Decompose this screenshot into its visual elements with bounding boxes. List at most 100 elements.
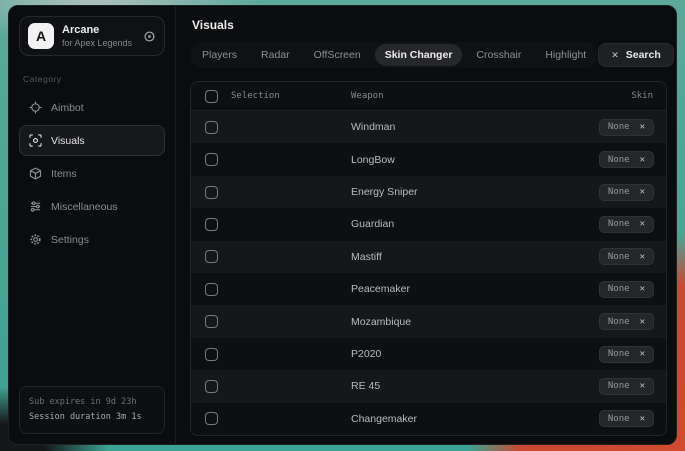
tab-players[interactable]: Players [192,44,247,66]
row-checkbox[interactable] [205,412,218,425]
skin-select-badge[interactable]: None ✕ [599,378,654,395]
sidebar-item-label: Items [51,168,77,180]
clear-skin-icon[interactable]: ✕ [640,349,645,359]
select-all-checkbox[interactable] [205,90,218,103]
skin-value: None [608,187,630,197]
tab-label: Skin Changer [385,49,453,61]
game-backdrop: A Arcane for Apex Legends Category Aimbo… [0,0,685,451]
weapon-name: Peacemaker [351,283,546,295]
brand-logo: A [28,23,54,49]
skin-value: None [608,414,630,424]
eye-scan-icon [29,134,42,147]
category-label: Category [23,74,161,84]
weapon-name: RE 45 [351,380,546,392]
sidebar-item-miscellaneous[interactable]: Miscellaneous [19,191,165,222]
sidebar-item-visuals[interactable]: Visuals [19,125,165,156]
tab-offscreen[interactable]: OffScreen [304,44,371,66]
tab-row: Players Radar OffScreen Skin Changer Cro… [190,42,667,68]
clear-skin-icon[interactable]: ✕ [640,284,645,294]
weapon-table-row: Energy Sniper None ✕ [191,176,666,208]
main-header: Visuals [190,6,667,42]
row-checkbox[interactable] [205,121,218,134]
search-button[interactable]: ✕ Search [598,43,674,67]
row-checkbox[interactable] [205,250,218,263]
weapon-column-header: Weapon [351,91,546,101]
skin-select-badge[interactable]: None ✕ [599,313,654,330]
tab-bar: Players Radar OffScreen Skin Changer Cro… [190,42,598,68]
sidebar-item-items[interactable]: Items [19,158,165,189]
tab-skin-changer[interactable]: Skin Changer [375,44,463,66]
weapon-table-row: Windman None ✕ [191,111,666,143]
clear-skin-icon[interactable]: ✕ [640,317,645,327]
weapon-name: LongBow [351,154,546,166]
tab-label: Crosshair [476,49,521,61]
skin-select-badge[interactable]: None ✕ [599,346,654,363]
tab-label: Players [202,49,237,61]
sidebar: A Arcane for Apex Legends Category Aimbo… [9,6,176,444]
row-checkbox[interactable] [205,283,218,296]
sidebar-item-label: Settings [51,234,89,246]
tab-crosshair[interactable]: Crosshair [466,44,531,66]
search-icon: ✕ [611,50,619,61]
table-body: Windman None ✕ LongBow None ✕ Energy Sni… [191,111,666,435]
weapon-table-row: P2020 None ✕ [191,338,666,370]
clear-skin-icon[interactable]: ✕ [640,219,645,229]
sliders-icon [29,200,42,213]
row-checkbox[interactable] [205,153,218,166]
weapon-name: Guardian [351,218,546,230]
skin-value: None [608,381,630,391]
search-button-label: Search [626,49,661,61]
clear-skin-icon[interactable]: ✕ [640,414,645,424]
skin-select-badge[interactable]: None ✕ [599,410,654,427]
weapon-name: Changemaker [351,413,546,425]
clear-skin-icon[interactable]: ✕ [640,187,645,197]
subscription-info-box: Sub expires in 9d 23h Session duration 3… [19,386,165,434]
skin-select-badge[interactable]: None ✕ [599,184,654,201]
skin-value: None [608,252,630,262]
box-icon [29,167,42,180]
row-checkbox[interactable] [205,348,218,361]
tab-label: Highlight [545,49,586,61]
session-duration-text: Session duration 3m 1s [29,410,155,425]
target-icon[interactable] [143,30,156,43]
brand-card: A Arcane for Apex Legends [19,16,165,56]
skin-select-badge[interactable]: None ✕ [599,216,654,233]
clear-skin-icon[interactable]: ✕ [640,252,645,262]
arcane-overlay-window: A Arcane for Apex Legends Category Aimbo… [8,5,677,445]
skin-select-badge[interactable]: None ✕ [599,119,654,136]
sidebar-nav: Aimbot Visuals Items Miscellaneous Setti… [19,92,165,257]
clear-skin-icon[interactable]: ✕ [640,381,645,391]
weapon-name: P2020 [351,348,546,360]
skin-select-badge[interactable]: None ✕ [599,281,654,298]
sidebar-item-label: Miscellaneous [51,201,118,213]
skin-select-badge[interactable]: None ✕ [599,151,654,168]
skin-select-badge[interactable]: None ✕ [599,248,654,265]
sidebar-item-settings[interactable]: Settings [19,224,165,255]
weapon-name: Mozambique [351,316,546,328]
row-checkbox[interactable] [205,380,218,393]
tab-label: Radar [261,49,290,61]
row-checkbox[interactable] [205,186,218,199]
sidebar-item-aimbot[interactable]: Aimbot [19,92,165,123]
skin-changer-table: Selection Weapon Skin Windman None ✕ Lon… [190,81,667,436]
skin-value: None [608,284,630,294]
clear-skin-icon[interactable]: ✕ [640,122,645,132]
row-checkbox[interactable] [205,218,218,231]
clear-skin-icon[interactable]: ✕ [640,155,645,165]
table-header-row: Selection Weapon Skin [191,82,666,111]
tab-highlight[interactable]: Highlight [535,44,596,66]
page-title: Visuals [192,18,665,32]
weapon-name: Mastiff [351,251,546,263]
skin-column-header: Skin [546,91,666,101]
row-checkbox[interactable] [205,315,218,328]
tab-label: OffScreen [314,49,361,61]
gear-icon [29,233,42,246]
skin-value: None [608,155,630,165]
weapon-table-row: Peacemaker None ✕ [191,273,666,305]
weapon-table-row: Changemaker None ✕ [191,403,666,435]
skin-value: None [608,219,630,229]
tab-radar[interactable]: Radar [251,44,300,66]
skin-value: None [608,317,630,327]
brand-title: Arcane [62,24,135,37]
weapon-table-row: RE 45 None ✕ [191,370,666,402]
